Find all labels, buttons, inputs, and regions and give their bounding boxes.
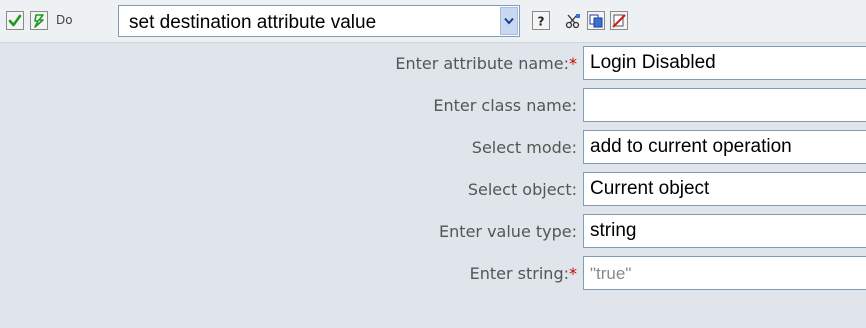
class-name-label: Enter class name: (433, 96, 577, 115)
attribute-name-label: Enter attribute name:* (395, 54, 577, 73)
class-name-field[interactable] (583, 88, 866, 122)
cut-icon[interactable] (564, 11, 582, 30)
attribute-name-field[interactable]: Login Disabled (583, 46, 866, 80)
mode-row: Select mode: add to current operation (0, 126, 866, 170)
mode-select[interactable]: add to current operation (583, 130, 866, 164)
conditional-lightning-icon[interactable] (30, 11, 48, 30)
string-label: Enter string:* (469, 264, 577, 283)
do-label: Do (56, 13, 73, 27)
action-select-value: set destination attribute value (129, 12, 377, 33)
class-name-row: Enter class name: (0, 84, 866, 128)
mode-label: Select mode: (471, 138, 577, 157)
required-marker: * (569, 54, 577, 73)
enable-checkmark-icon[interactable] (6, 11, 24, 30)
value-type-row: Enter value type: string (0, 210, 866, 254)
string-field[interactable]: "true" (583, 256, 866, 290)
object-select[interactable]: Current object (583, 172, 866, 206)
copy-icon[interactable] (587, 11, 605, 30)
chevron-down-icon[interactable] (500, 7, 518, 35)
help-icon[interactable]: ? (532, 11, 550, 30)
string-row: Enter string:* "true" (0, 252, 866, 296)
value-type-label: Enter value type: (439, 222, 577, 241)
object-label: Select object: (467, 180, 577, 199)
attribute-name-row: Enter attribute name:* Login Disabled (0, 42, 866, 86)
value-type-select[interactable]: string (583, 214, 866, 248)
required-marker: * (569, 264, 577, 283)
object-row: Select object: Current object (0, 168, 866, 212)
delete-icon[interactable] (610, 11, 628, 30)
svg-text:?: ? (538, 14, 545, 28)
action-select[interactable]: set destination attribute value (118, 5, 520, 37)
action-toolbar: Do set destination attribute value ? (0, 0, 866, 43)
